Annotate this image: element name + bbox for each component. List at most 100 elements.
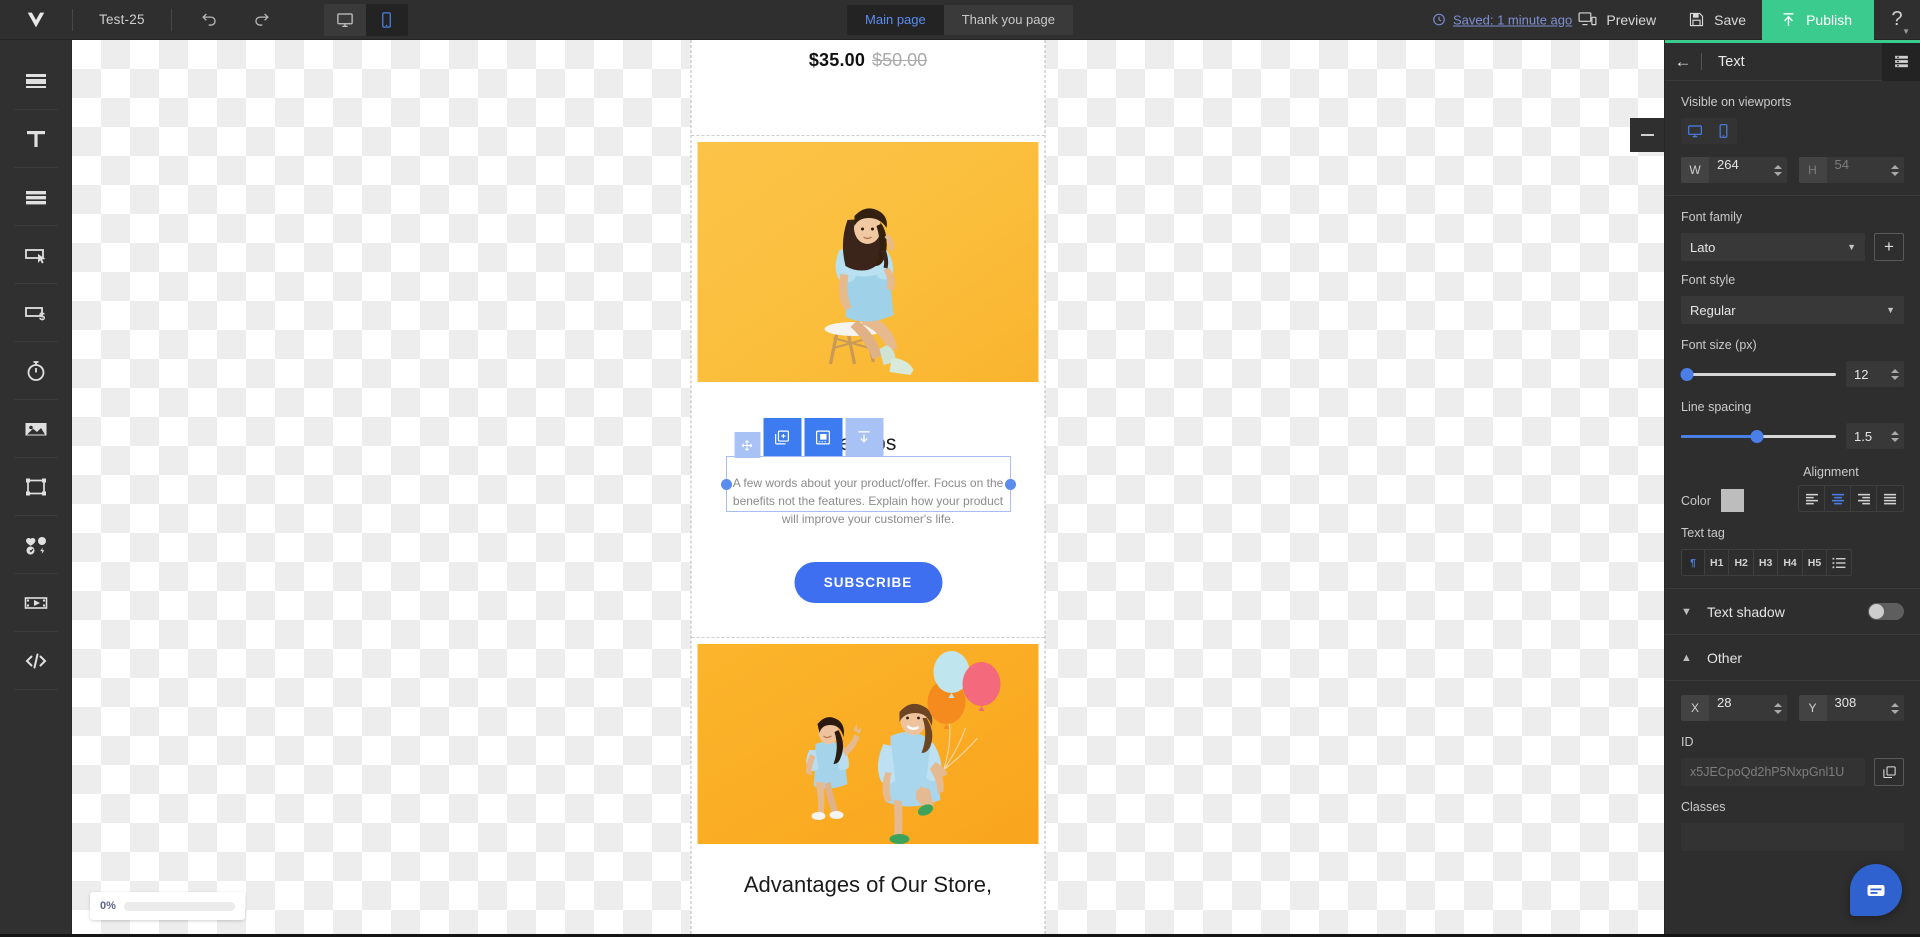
width-value[interactable]: 264	[1709, 157, 1769, 183]
text-shadow-toggle[interactable]	[1868, 603, 1904, 620]
sidebar-item-video[interactable]	[6, 574, 66, 632]
section-paragraph[interactable]: A few words about your product/offer. Fo…	[727, 474, 1010, 528]
sidebar-item-payment-button[interactable]: $	[6, 284, 66, 342]
chat-support-button[interactable]	[1850, 864, 1902, 916]
height-field[interactable]: H 54	[1798, 157, 1904, 183]
publish-label: Publish	[1806, 11, 1852, 28]
sidebar-item-image[interactable]	[6, 400, 66, 458]
text-tag-h5-button[interactable]: H5	[1803, 550, 1828, 575]
text-tag-list-button[interactable]	[1827, 550, 1851, 575]
zoom-control[interactable]: 0%	[90, 892, 245, 920]
sidebar-item-icons[interactable]	[6, 516, 66, 574]
app-logo[interactable]	[0, 0, 72, 40]
element-toolbar	[734, 418, 883, 458]
align-left-button[interactable]	[1799, 486, 1825, 511]
hero-image-1[interactable]	[697, 142, 1039, 382]
panel-back-button[interactable]: ←	[1665, 52, 1701, 72]
panel-title: Text	[1718, 53, 1745, 70]
save-icon	[1690, 12, 1704, 27]
clock-icon	[1433, 13, 1445, 26]
page-preview: $35.00 $50.00 A few words about your pro…	[690, 40, 1046, 934]
sidebar-item-button[interactable]	[6, 226, 66, 284]
y-stepper[interactable]	[1886, 695, 1904, 721]
line-spacing-field[interactable]: 1.5	[1846, 423, 1904, 449]
help-button[interactable]: ? ▼	[1874, 0, 1920, 40]
viewport-desktop-button[interactable]	[324, 4, 366, 36]
sidebar-item-form[interactable]	[6, 168, 66, 226]
sidebar-item-text[interactable]	[6, 110, 66, 168]
slider-knob[interactable]	[1750, 430, 1764, 443]
zoom-slider[interactable]	[123, 901, 235, 911]
x-position-field[interactable]: X 28	[1681, 695, 1787, 721]
drag-handle[interactable]	[734, 432, 760, 458]
viewport-mobile-button[interactable]	[365, 3, 408, 36]
save-button[interactable]: Save	[1672, 0, 1762, 40]
tab-thank-you-page[interactable]: Thank you page	[944, 5, 1073, 35]
align-right-button[interactable]	[1851, 486, 1877, 511]
redo-button[interactable]	[242, 3, 282, 37]
saved-status[interactable]: Saved: 1 minute ago	[1432, 12, 1572, 27]
project-name[interactable]: Test-25	[73, 12, 171, 27]
x-value[interactable]: 28	[1709, 695, 1769, 721]
text-tag-h1-button[interactable]: H1	[1705, 550, 1730, 575]
font-family-select[interactable]: Lato ▼	[1681, 233, 1865, 261]
sidebar-item-timer[interactable]	[6, 342, 66, 400]
preview-label: Preview	[1606, 11, 1657, 28]
collapse-panel-button[interactable]	[1630, 118, 1664, 152]
desktop-icon	[336, 12, 353, 27]
color-swatch[interactable]	[1720, 489, 1744, 512]
line-spacing-stepper[interactable]	[1886, 430, 1904, 442]
subscribe-button[interactable]: SUBSCRIBE	[794, 562, 942, 603]
copy-id-button[interactable]	[1874, 758, 1904, 786]
font-size-stepper[interactable]	[1886, 368, 1904, 380]
text-tag-h3-button[interactable]: H3	[1754, 550, 1779, 575]
visible-desktop-button[interactable]	[1681, 118, 1709, 144]
publish-button[interactable]: Publish	[1762, 0, 1874, 40]
align-justify-icon	[1884, 493, 1896, 504]
app-root: Test-25 Main page Thank you page Saved: …	[0, 0, 1920, 937]
canvas[interactable]: REBUILD MOBILE $35.00 $50.00	[72, 40, 1664, 934]
vertical-align-button[interactable]	[845, 418, 883, 456]
copy-icon	[1882, 765, 1896, 778]
text-shadow-accordion[interactable]: ▼ Text shadow	[1665, 589, 1920, 635]
x-stepper[interactable]	[1769, 695, 1787, 721]
background-element-button[interactable]	[804, 418, 842, 456]
minus-icon	[1640, 134, 1654, 136]
line-spacing-value[interactable]: 1.5	[1846, 429, 1886, 444]
id-value[interactable]: x5JECpoQd2hP5NxpGnl1U	[1681, 758, 1865, 786]
width-stepper[interactable]	[1769, 157, 1787, 183]
classes-input[interactable]	[1681, 823, 1904, 851]
text-tag-h2-button[interactable]: H2	[1729, 550, 1754, 575]
woman-on-chair-image	[697, 142, 1039, 382]
line-spacing-slider[interactable]	[1681, 426, 1836, 446]
duplicate-element-button[interactable]	[763, 418, 801, 456]
sidebar-item-code[interactable]	[6, 632, 66, 690]
tab-main-page[interactable]: Main page	[847, 4, 944, 35]
sidebar-item-shape[interactable]	[6, 458, 66, 516]
add-font-button[interactable]: +	[1874, 233, 1904, 261]
alignment-group	[1798, 485, 1904, 512]
font-size-value[interactable]: 12	[1846, 367, 1886, 382]
height-value[interactable]: 54	[1827, 157, 1887, 183]
text-tag-h4-button[interactable]: H4	[1778, 550, 1803, 575]
y-value[interactable]: 308	[1827, 695, 1887, 721]
font-size-field[interactable]: 12	[1846, 361, 1904, 387]
hero-image-2[interactable]	[697, 644, 1039, 844]
font-style-select[interactable]: Regular ▼	[1681, 296, 1904, 324]
align-justify-button[interactable]	[1877, 486, 1903, 511]
height-stepper[interactable]	[1886, 157, 1904, 183]
undo-button[interactable]	[190, 3, 230, 37]
align-center-button[interactable]	[1825, 486, 1851, 511]
layers-button[interactable]	[1882, 42, 1920, 81]
y-position-field[interactable]: Y 308	[1798, 695, 1904, 721]
visible-mobile-button[interactable]	[1709, 118, 1737, 144]
font-size-slider[interactable]	[1680, 364, 1836, 384]
sidebar-item-blocks[interactable]	[6, 52, 66, 110]
slider-knob[interactable]	[1680, 368, 1694, 381]
advantages-title[interactable]: Advantages of Our Store,	[692, 872, 1045, 898]
visible-viewport-toggle	[1681, 118, 1737, 144]
other-accordion[interactable]: ▲ Other	[1665, 635, 1920, 681]
width-field[interactable]: W 264	[1681, 157, 1787, 183]
text-tag-paragraph-button[interactable]: ¶	[1682, 550, 1705, 575]
preview-button[interactable]: Preview	[1562, 0, 1672, 40]
